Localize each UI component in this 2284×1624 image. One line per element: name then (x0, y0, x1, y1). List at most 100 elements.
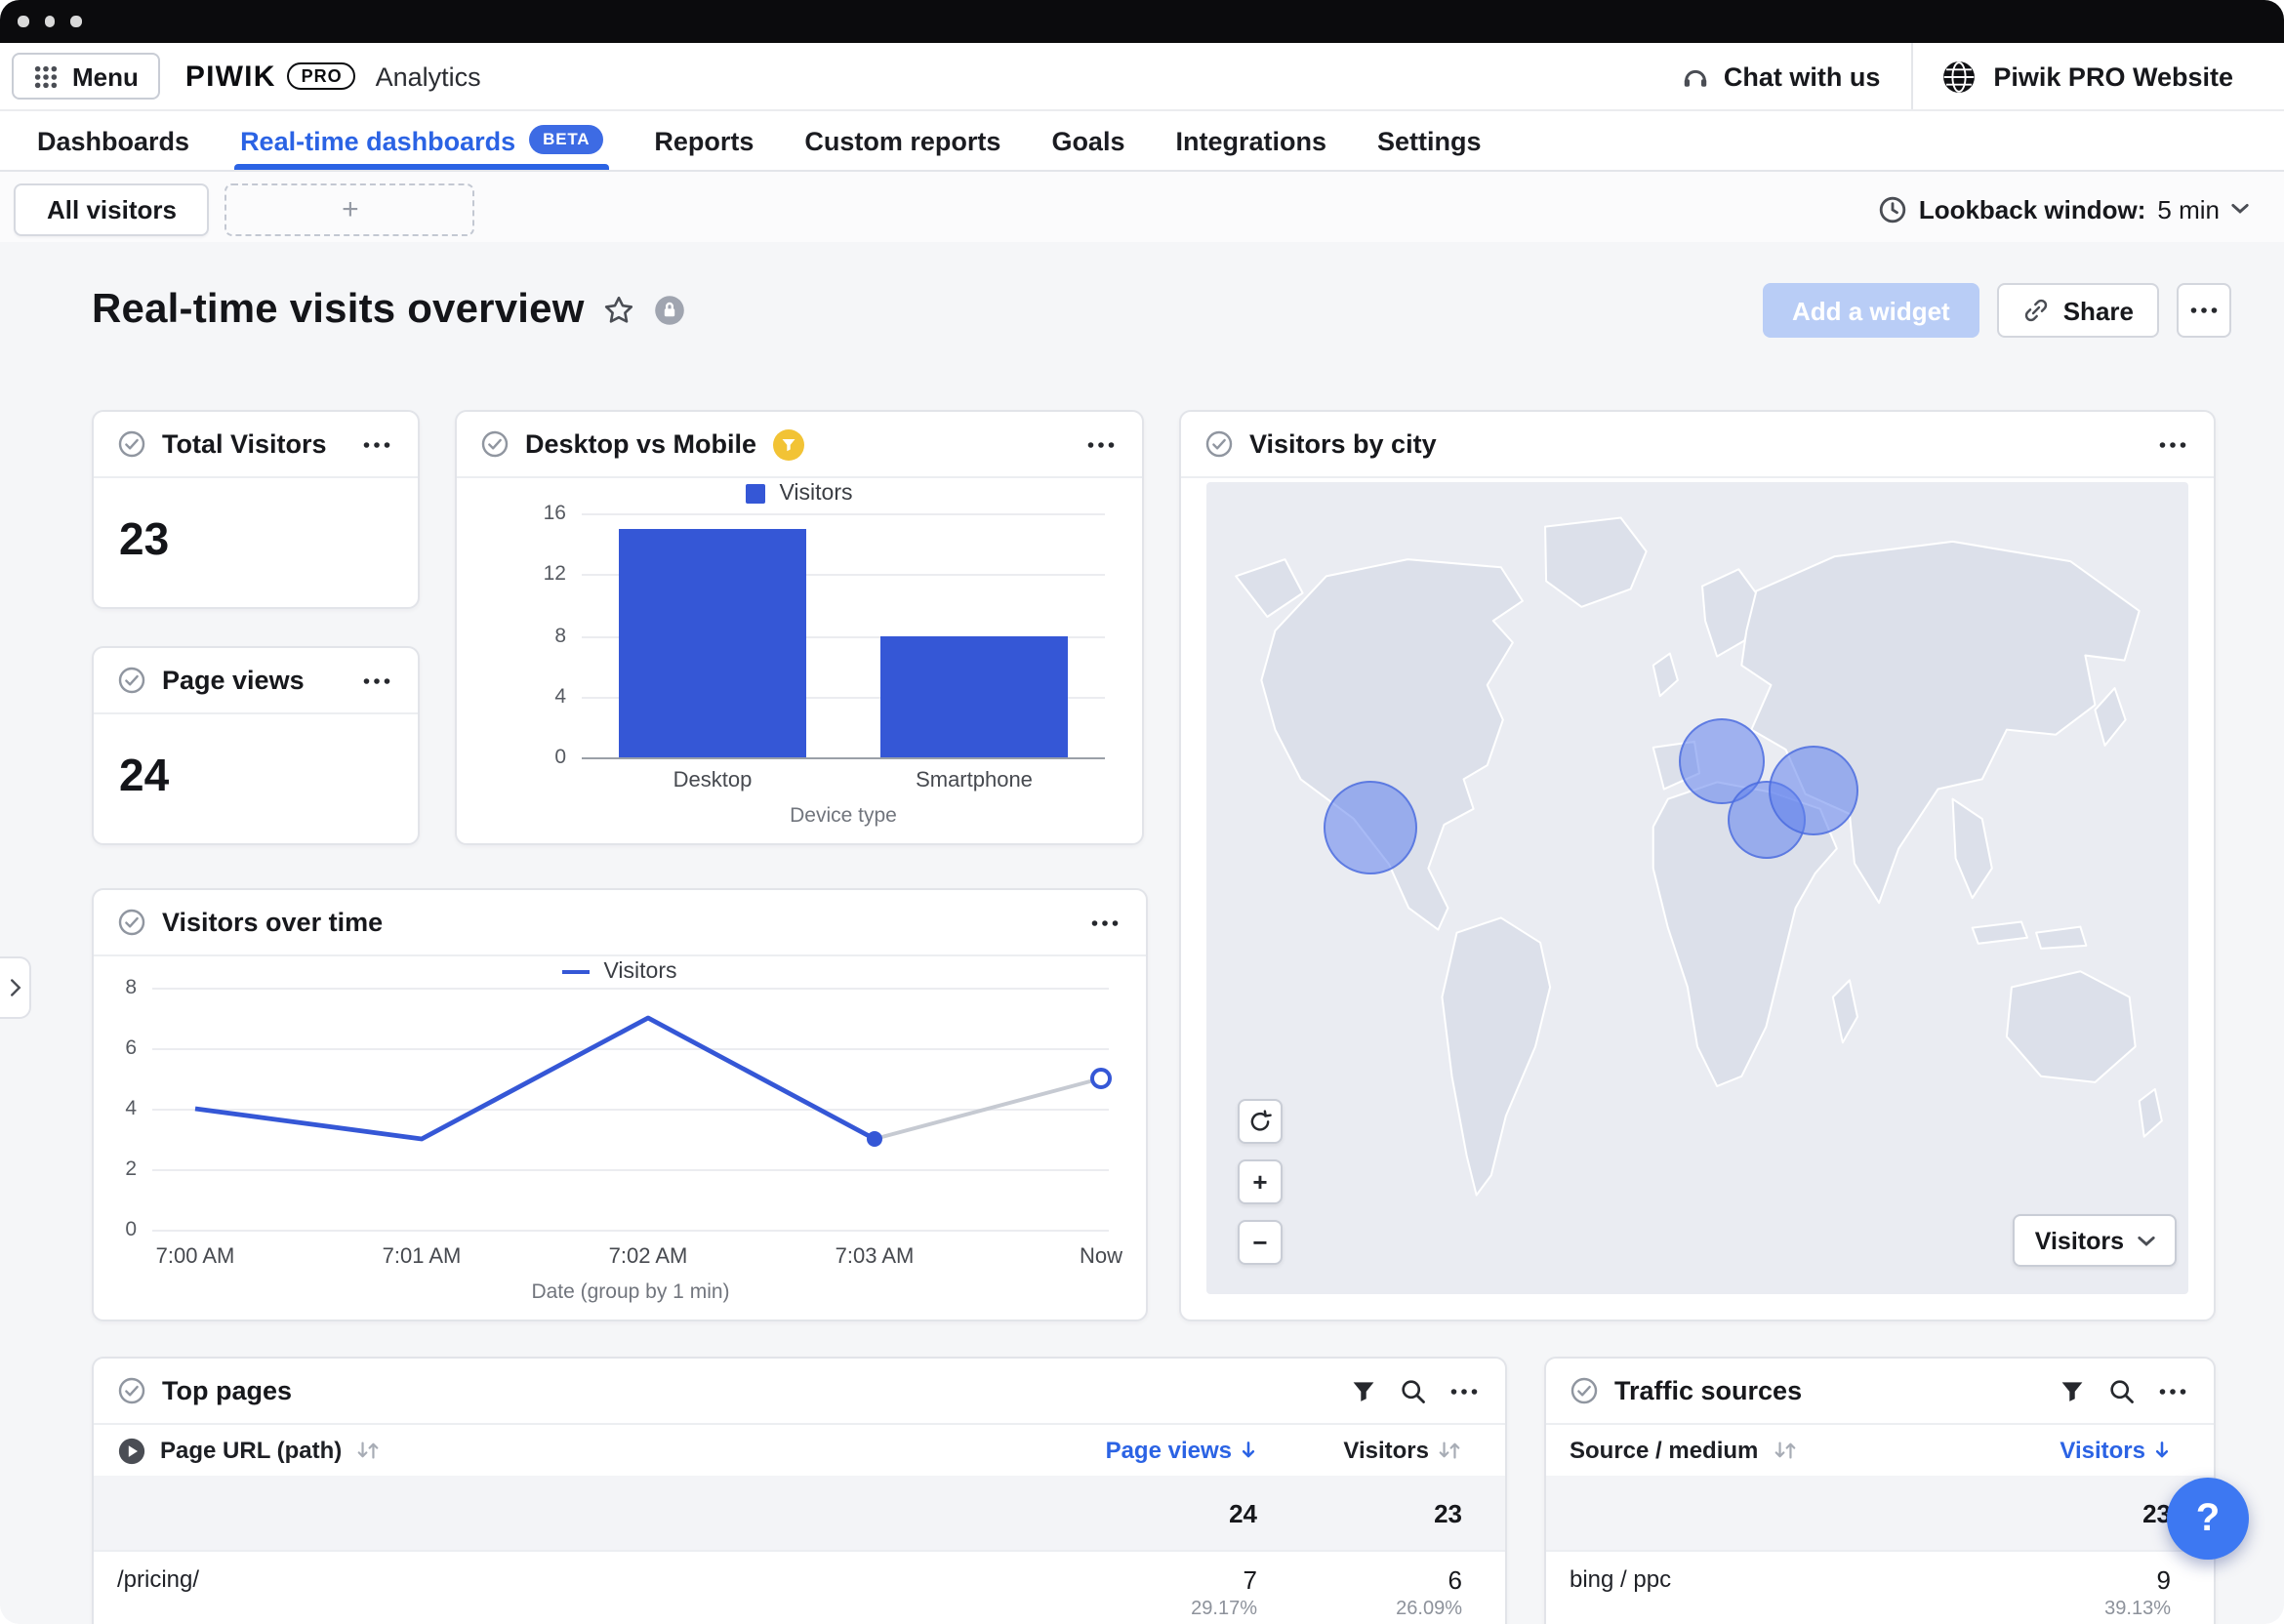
filter-icon-button[interactable] (2056, 1375, 2089, 1406)
app-header-right: Chat with us Piwik PRO Website (1650, 43, 2284, 109)
filter-icon-button[interactable] (1347, 1375, 1380, 1406)
tab-custom-reports[interactable]: Custom reports (779, 111, 1026, 170)
website-selector[interactable]: Piwik PRO Website (1911, 43, 2284, 109)
dashboard-tab-all-visitors[interactable]: All visitors (14, 183, 210, 235)
tab-label: Custom reports (804, 126, 1000, 155)
widget-title: Traffic sources (1614, 1376, 1802, 1405)
lookback-window-control[interactable]: Lookback window: 5 min (1878, 194, 2264, 223)
map-zoom-out-button[interactable]: − (1238, 1220, 1283, 1265)
widget-page-views: Page views 24 (92, 646, 420, 845)
chevron-down-icon (2138, 1235, 2155, 1246)
search-icon-button[interactable] (1396, 1373, 1431, 1408)
favorite-star-icon[interactable] (604, 295, 635, 326)
dimension-play-icon (117, 1436, 146, 1465)
time-x-labels: 7:00 AM7:01 AM7:02 AM7:03 AMNow (152, 1245, 1109, 1273)
map-zoom-in-button[interactable]: + (1238, 1159, 1283, 1204)
column-header-dimension[interactable]: Page URL (path) (160, 1437, 342, 1464)
search-icon-button[interactable] (2104, 1373, 2140, 1408)
sort-icons[interactable] (355, 1441, 381, 1460)
device-y-axis: 0481216 (480, 513, 566, 757)
widget-header: Visitors by city (1181, 412, 2214, 478)
add-widget-button[interactable]: Add a widget (1763, 283, 1979, 338)
sidebar-expand-handle[interactable] (0, 956, 31, 1019)
check-circle-icon (117, 1376, 146, 1405)
page-actions: Add a widget Share (1763, 283, 2231, 338)
logo-brand: PIWIK (185, 60, 276, 93)
row-visitors: 6 (1448, 1565, 1462, 1595)
tab-integrations[interactable]: Integrations (1150, 111, 1352, 170)
share-button[interactable]: Share (1997, 283, 2159, 338)
logo-product-name: Analytics (376, 61, 481, 91)
clock-icon (1878, 194, 1907, 223)
widget-header: Desktop vs Mobile (457, 412, 1142, 478)
window-control-dot[interactable] (44, 17, 55, 27)
share-label: Share (2063, 296, 2134, 325)
beta-badge: BETA (529, 124, 603, 153)
window-control-dot[interactable] (70, 17, 81, 27)
widget-menu-button[interactable] (1083, 436, 1119, 452)
summary-visitors: 23 (1985, 1498, 2171, 1527)
widget-total-visitors: Total Visitors 23 (92, 410, 420, 609)
tab-dashboards[interactable]: Dashboards (12, 111, 215, 170)
locked-badge-icon (655, 295, 686, 326)
column-header-dimension[interactable]: Source / medium (1570, 1437, 1758, 1464)
column-header-visitors[interactable]: Visitors (1257, 1437, 1462, 1464)
applied-filter-badge-icon[interactable] (772, 428, 803, 460)
widget-traffic-sources: Traffic sources Source / medium Visitors (1544, 1357, 2216, 1624)
chat-label: Chat with us (1724, 61, 1881, 91)
tab-label: Dashboards (37, 126, 189, 155)
city-bubble[interactable] (1324, 781, 1417, 874)
tab-real-time-dashboards[interactable]: Real-time dashboards BETA (215, 111, 629, 170)
widget-menu-button[interactable] (2155, 436, 2190, 452)
widget-menu-button[interactable] (359, 672, 394, 688)
widget-header: Top pages (94, 1359, 1505, 1425)
widget-title: Top pages (162, 1376, 292, 1405)
map-metric-selector[interactable]: Visitors (2014, 1214, 2177, 1267)
world-map[interactable]: + − Visitors (1206, 482, 2188, 1294)
row-visitors-pct: 26.09% (1396, 1599, 1462, 1620)
widget-visitors-over-time: Visitors over time Visitors 02468 7:00 A… (92, 888, 1148, 1321)
add-dashboard-button[interactable]: + (225, 183, 475, 235)
x-axis-title: Device type (582, 804, 1105, 828)
summary-page-views: 24 (1003, 1498, 1257, 1527)
window-titlebar (0, 0, 2284, 43)
chevron-down-icon (2231, 203, 2249, 215)
widget-menu-button[interactable] (2155, 1383, 2190, 1399)
widget-menu-button[interactable] (1447, 1383, 1482, 1399)
time-line-plot (152, 988, 1109, 1230)
widget-title: Page views (162, 666, 305, 695)
help-button[interactable]: ? (2167, 1478, 2249, 1560)
globe-icon (1942, 60, 1976, 93)
page-header: Real-time visits overview Add a widget S… (92, 283, 2231, 338)
tab-goals[interactable]: Goals (1026, 111, 1150, 170)
table-row[interactable]: /pricing/ 7 29.17% 6 26.09% (94, 1550, 1505, 1624)
total-visitors-value: 23 (94, 478, 418, 601)
column-header-page-views[interactable]: Page views (1003, 1437, 1257, 1464)
menu-button[interactable]: Menu (12, 53, 160, 100)
table-summary-row: 23 (1546, 1476, 2214, 1550)
table-column-headers: Source / medium Visitors (1546, 1425, 2214, 1476)
logo-pro-badge: PRO (288, 62, 356, 90)
column-header-visitors[interactable]: Visitors (1985, 1437, 2171, 1464)
window-control-dot[interactable] (18, 17, 28, 27)
map-reset-button[interactable] (1238, 1099, 1283, 1144)
headset-icon (1681, 61, 1710, 91)
link-icon (2022, 297, 2050, 324)
city-bubble[interactable] (1769, 746, 1858, 835)
dashboard-more-menu-button[interactable] (2177, 283, 2231, 338)
widget-menu-button[interactable] (1087, 914, 1122, 930)
check-circle-icon (1570, 1376, 1599, 1405)
legend-swatch (747, 484, 766, 504)
tab-reports[interactable]: Reports (629, 111, 779, 170)
chat-with-us-button[interactable]: Chat with us (1650, 43, 1912, 109)
widget-header: Total Visitors (94, 412, 418, 478)
tab-settings[interactable]: Settings (1352, 111, 1507, 170)
table-row[interactable]: bing / ppc 9 39.13% (1546, 1550, 2214, 1624)
menu-label: Menu (72, 61, 139, 91)
row-visitors: 9 (2157, 1565, 2171, 1595)
check-circle-icon (117, 908, 146, 937)
widget-menu-button[interactable] (359, 436, 394, 452)
device-x-labels: DesktopSmartphone (582, 769, 1105, 796)
legend-swatch (563, 970, 591, 974)
sort-icons[interactable] (1772, 1441, 1797, 1460)
